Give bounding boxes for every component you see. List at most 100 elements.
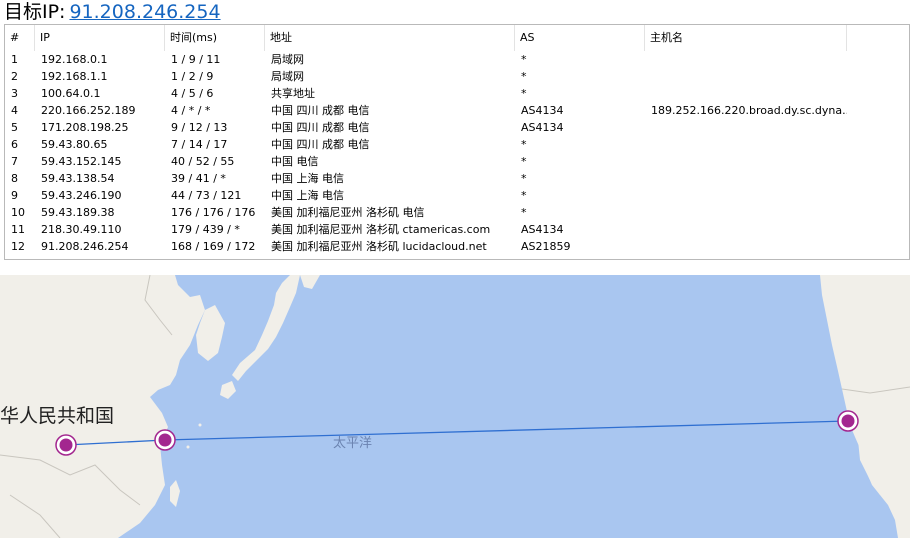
cell-index: 12 xyxy=(11,240,25,253)
cell-ip: 59.43.246.190 xyxy=(41,189,122,202)
cell-as: AS4134 xyxy=(521,104,564,117)
cell-time: 40 / 52 / 55 xyxy=(171,155,235,168)
country-label: 华人民共和国 xyxy=(0,405,115,427)
cell-time: 1 / 2 / 9 xyxy=(171,70,214,83)
cell-time: 4 / * / * xyxy=(171,104,211,117)
cell-index: 6 xyxy=(11,138,18,151)
column-header-time[interactable]: 时间(ms) xyxy=(165,25,265,51)
cell-hostname xyxy=(645,51,847,68)
column-header-as[interactable]: AS xyxy=(515,25,645,51)
cell-address: 中国 上海 电信 xyxy=(271,189,344,202)
cell-as: * xyxy=(521,138,527,151)
route-map[interactable]: 华人民共和国 太平洋 xyxy=(0,275,910,538)
table-row[interactable]: 10 59.43.189.38 176 / 176 / 176 美国 加利福尼亚州 洛… xyxy=(5,204,909,221)
cell-address: 中国 四川 成都 电信 xyxy=(271,121,370,134)
cell-time: 7 / 14 / 17 xyxy=(171,138,228,151)
cell-index: 3 xyxy=(11,87,18,100)
cell-address: 美国 加利福尼亚州 洛杉矶 lucidacloud.net xyxy=(271,240,487,253)
cell-as: AS4134 xyxy=(521,121,564,134)
cell-index: 1 xyxy=(11,53,18,66)
table-row[interactable]: 9 59.43.246.190 44 / 73 / 121 中国 上海 电信 * xyxy=(5,187,909,204)
cell-ip: 59.43.138.54 xyxy=(41,172,115,185)
cell-hostname xyxy=(645,153,847,170)
cell-address: 局域网 xyxy=(271,70,304,83)
cell-address: 中国 上海 电信 xyxy=(271,172,344,185)
column-header-hostname[interactable]: 主机名 xyxy=(645,25,847,51)
cell-index: 7 xyxy=(11,155,18,168)
cell-ip: 171.208.198.25 xyxy=(41,121,129,134)
table-row[interactable]: 6 59.43.80.65 7 / 14 / 17 中国 四川 成都 电信 * xyxy=(5,136,909,153)
table-body: 1 192.168.0.1 1 / 9 / 11 局域网 * 2 192.168.1.1 1 … xyxy=(5,51,909,255)
hop-marker-los-angeles[interactable] xyxy=(837,410,859,432)
map-canvas xyxy=(0,275,910,538)
target-ip-header: 目标IP: 91.208.246.254 xyxy=(0,0,910,24)
target-ip-link[interactable]: 91.208.246.254 xyxy=(69,1,220,23)
cell-index: 2 xyxy=(11,70,18,83)
cell-index: 9 xyxy=(11,189,18,202)
cell-hostname xyxy=(645,68,847,85)
cell-hostname: 189.252.166.220.broad.dy.sc.dyna... xyxy=(651,104,847,117)
cell-as: AS21859 xyxy=(521,240,571,253)
hop-marker-chengdu[interactable] xyxy=(55,434,77,456)
cell-address: 美国 加利福尼亚州 洛杉矶 电信 xyxy=(271,206,425,219)
cell-time: 176 / 176 / 176 xyxy=(171,206,256,219)
island-dot xyxy=(186,445,190,449)
table-row[interactable]: 7 59.43.152.145 40 / 52 / 55 中国 电信 * xyxy=(5,153,909,170)
cell-ip: 59.43.152.145 xyxy=(41,155,122,168)
column-header-address[interactable]: 地址 xyxy=(265,25,515,51)
table-row[interactable]: 1 192.168.0.1 1 / 9 / 11 局域网 * xyxy=(5,51,909,68)
cell-hostname xyxy=(645,187,847,204)
cell-as: AS4134 xyxy=(521,223,564,236)
table-row[interactable]: 2 192.168.1.1 1 / 2 / 9 局域网 * xyxy=(5,68,909,85)
cell-time: 168 / 169 / 172 xyxy=(171,240,256,253)
cell-time: 9 / 12 / 13 xyxy=(171,121,228,134)
cell-time: 39 / 41 / * xyxy=(171,172,226,185)
cell-as: * xyxy=(521,155,527,168)
cell-hostname xyxy=(645,119,847,136)
cell-as: * xyxy=(521,53,527,66)
cell-index: 5 xyxy=(11,121,18,134)
table-row[interactable]: 5 171.208.198.25 9 / 12 / 13 中国 四川 成都 电信 AS4… xyxy=(5,119,909,136)
cell-hostname xyxy=(645,238,847,255)
table-row[interactable]: 11 218.30.49.110 179 / 439 / * 美国 加利福尼亚州 洛杉… xyxy=(5,221,909,238)
cell-ip: 100.64.0.1 xyxy=(41,87,101,100)
column-header-index[interactable]: # xyxy=(5,25,35,51)
cell-ip: 192.168.0.1 xyxy=(41,53,108,66)
cell-hostname xyxy=(645,85,847,102)
cell-as: * xyxy=(521,70,527,83)
cell-as: * xyxy=(521,206,527,219)
trace-table: # IP 时间(ms) 地址 AS 主机名 1 192.168.0.1 1 / 9 … xyxy=(4,24,910,260)
divider xyxy=(0,260,910,275)
column-header-filler xyxy=(847,25,909,51)
cell-index: 10 xyxy=(11,206,25,219)
cell-address: 局域网 xyxy=(271,53,304,66)
cell-index: 8 xyxy=(11,172,18,185)
cell-address: 中国 四川 成都 电信 xyxy=(271,104,370,117)
cell-hostname xyxy=(645,221,847,238)
hop-marker-shanghai[interactable] xyxy=(154,429,176,451)
cell-index: 4 xyxy=(11,104,18,117)
target-ip-label: 目标IP: xyxy=(4,1,66,23)
ocean-label: 太平洋 xyxy=(333,436,373,451)
cell-as: * xyxy=(521,189,527,202)
table-row[interactable]: 12 91.208.246.254 168 / 169 / 172 美国 加利福尼亚州… xyxy=(5,238,909,255)
cell-time: 4 / 5 / 6 xyxy=(171,87,214,100)
cell-time: 179 / 439 / * xyxy=(171,223,240,236)
cell-time: 44 / 73 / 121 xyxy=(171,189,242,202)
column-header-ip[interactable]: IP xyxy=(35,25,165,51)
cell-ip: 218.30.49.110 xyxy=(41,223,122,236)
cell-address: 共享地址 xyxy=(271,87,315,100)
cell-hostname xyxy=(645,204,847,221)
cell-as: * xyxy=(521,87,527,100)
cell-ip: 220.166.252.189 xyxy=(41,104,136,117)
cell-address: 美国 加利福尼亚州 洛杉矶 ctamericas.com xyxy=(271,223,491,236)
cell-address: 中国 四川 成都 电信 xyxy=(271,138,370,151)
cell-ip: 192.168.1.1 xyxy=(41,70,108,83)
table-row[interactable]: 4 220.166.252.189 4 / * / * 中国 四川 成都 电信 AS41… xyxy=(5,102,909,119)
table-row[interactable]: 8 59.43.138.54 39 / 41 / * 中国 上海 电信 * xyxy=(5,170,909,187)
table-row[interactable]: 3 100.64.0.1 4 / 5 / 6 共享地址 * xyxy=(5,85,909,102)
cell-hostname xyxy=(645,170,847,187)
cell-hostname xyxy=(645,136,847,153)
cell-address: 中国 电信 xyxy=(271,155,319,168)
cell-ip: 91.208.246.254 xyxy=(41,240,129,253)
